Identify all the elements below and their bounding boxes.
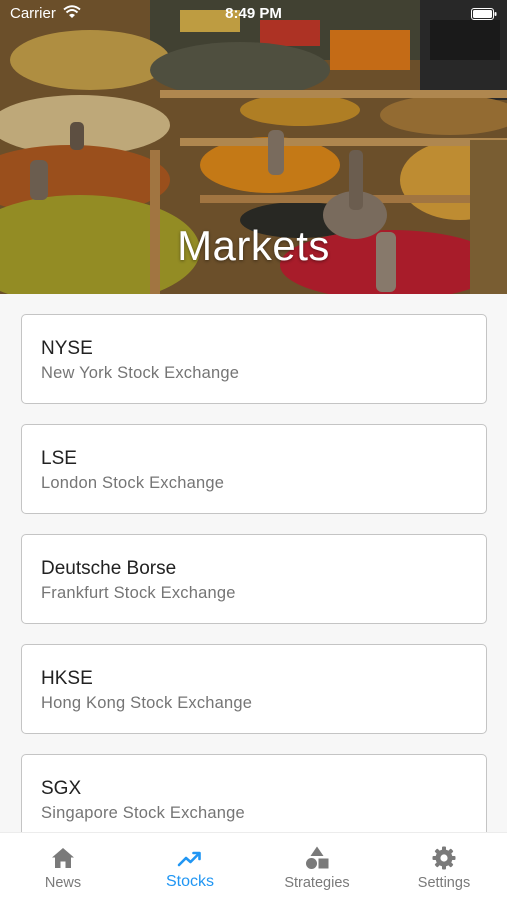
market-card-hkse[interactable]: HKSE Hong Kong Stock Exchange bbox=[21, 644, 487, 734]
market-code: HKSE bbox=[41, 668, 93, 689]
tab-label: Strategies bbox=[284, 875, 350, 891]
tab-label: News bbox=[44, 875, 82, 891]
tab-strategies[interactable]: Strategies bbox=[254, 833, 380, 900]
market-code: SGX bbox=[41, 778, 82, 799]
market-name: Frankfurt Stock Exchange bbox=[41, 584, 236, 602]
tab-news[interactable]: News bbox=[0, 833, 126, 900]
market-card-lse[interactable]: LSE London Stock Exchange bbox=[21, 424, 487, 514]
shapes-icon bbox=[306, 846, 329, 869]
market-card-sgx[interactable]: SGX Singapore Stock Exchange bbox=[21, 754, 487, 832]
market-code: Deutsche Borse bbox=[41, 558, 177, 579]
market-name: New York Stock Exchange bbox=[41, 364, 240, 382]
status-time: 8:49 PM bbox=[225, 5, 282, 22]
markets-list[interactable]: NYSE New York Stock Exchange LSE London … bbox=[0, 294, 507, 832]
battery-icon bbox=[471, 8, 497, 20]
market-name: Hong Kong Stock Exchange bbox=[41, 694, 253, 712]
market-code: LSE bbox=[41, 448, 77, 469]
hero-header: Markets bbox=[0, 0, 507, 294]
market-name: London Stock Exchange bbox=[41, 474, 225, 492]
market-card-nyse[interactable]: NYSE New York Stock Exchange bbox=[21, 314, 487, 404]
market-card-deutsche-borse[interactable]: Deutsche Borse Frankfurt Stock Exchange bbox=[21, 534, 487, 624]
market-code: NYSE bbox=[41, 338, 93, 359]
tab-settings[interactable]: Settings bbox=[381, 833, 507, 900]
tab-label: Stocks bbox=[165, 873, 214, 890]
gear-icon bbox=[432, 846, 456, 870]
page-title: Markets bbox=[177, 222, 330, 269]
trending-up-icon bbox=[177, 851, 201, 867]
tab-label: Settings bbox=[417, 875, 471, 891]
status-bar: Carrier 8:49 PM bbox=[0, 0, 507, 28]
market-name: Singapore Stock Exchange bbox=[41, 804, 245, 822]
markets-screen: Markets Carrier 8:49 PM NYSE New York St… bbox=[0, 0, 507, 900]
home-icon bbox=[52, 848, 74, 868]
tab-bar: News Stocks Strategies Settings bbox=[0, 832, 507, 900]
tab-stocks[interactable]: Stocks bbox=[127, 833, 253, 900]
